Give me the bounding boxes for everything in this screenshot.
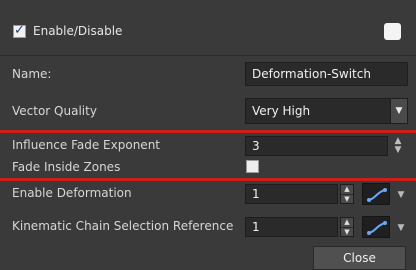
- chevron-down-icon[interactable]: ▼: [396, 190, 406, 200]
- name-label: Name:: [12, 67, 52, 81]
- enable-deformation-label: Enable Deformation: [12, 186, 132, 200]
- close-button[interactable]: Close: [313, 246, 406, 270]
- name-value: Deformation-Switch: [252, 67, 371, 81]
- influence-fade-input[interactable]: 3: [245, 136, 388, 156]
- enable-row: Enable/Disable: [0, 0, 416, 56]
- kinematic-chain-input[interactable]: 1: [245, 217, 338, 237]
- fade-inside-zones-label: Fade Inside Zones: [12, 160, 121, 174]
- influence-fade-label: Influence Fade Exponent: [12, 138, 161, 152]
- layer-properties-panel: Enable/Disable Name: Deformation-Switch …: [0, 0, 416, 270]
- spin-down-icon[interactable]: ▼: [341, 194, 353, 204]
- fade-inside-zones-checkbox[interactable]: [246, 160, 259, 173]
- spin-up-icon[interactable]: ▲: [341, 185, 353, 194]
- enable-deformation-spinner[interactable]: ▲ ▼: [340, 184, 354, 204]
- influence-spin-icon[interactable]: ▲ ▼: [394, 137, 402, 155]
- influence-fade-value: 3: [252, 139, 260, 153]
- highlight-line-top: [0, 130, 416, 133]
- enable-deformation-value: 1: [252, 187, 260, 201]
- spin-up-icon[interactable]: ▲: [341, 218, 353, 227]
- enable-disable-label: Enable/Disable: [33, 24, 123, 38]
- enable-disable-checkbox[interactable]: [13, 23, 26, 38]
- function-curve-button[interactable]: [362, 216, 390, 238]
- vector-quality-label: Vector Quality: [12, 104, 97, 118]
- name-input[interactable]: Deformation-Switch: [245, 62, 408, 86]
- kinematic-chain-label: Kinematic Chain Selection Reference: [12, 219, 234, 233]
- spin-down-icon[interactable]: ▼: [341, 227, 353, 237]
- curve-icon: [367, 188, 387, 202]
- layer-color-swatch[interactable]: [384, 23, 401, 40]
- enable-deformation-input[interactable]: 1: [245, 184, 338, 204]
- vector-quality-value: Very High: [252, 104, 311, 118]
- kinematic-chain-spinner[interactable]: ▲ ▼: [340, 217, 354, 237]
- vector-quality-select[interactable]: Very High ▼: [245, 98, 408, 124]
- kinematic-chain-value: 1: [252, 220, 260, 234]
- function-curve-button[interactable]: [362, 183, 390, 205]
- chevron-down-icon[interactable]: ▼: [390, 99, 407, 123]
- highlight-line-bottom: [0, 178, 416, 181]
- chevron-down-icon[interactable]: ▼: [396, 223, 406, 233]
- curve-icon: [367, 221, 387, 235]
